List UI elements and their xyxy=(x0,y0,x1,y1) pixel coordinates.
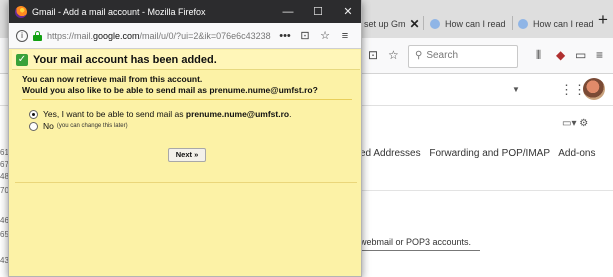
window-title: Gmail - Add a mail account - Mozilla Fir… xyxy=(32,6,206,17)
option-yes-period: . xyxy=(289,109,292,119)
library-icon[interactable]: ⫴ xyxy=(536,48,541,63)
address-bar[interactable]: i https://mail.google.com/mail/u/0/?ui=2… xyxy=(9,23,361,49)
extension-icon[interactable]: ◆ xyxy=(556,48,565,62)
background-tab[interactable]: How can I read ✕ xyxy=(430,13,508,34)
search-placeholder: Search xyxy=(426,50,459,61)
page-actions-icon[interactable]: ••• xyxy=(275,30,295,42)
settings-tabs: ed Addresses Forwarding and POP/IMAP Add… xyxy=(360,148,601,159)
checkmark-icon: ✓ xyxy=(16,53,28,66)
tab-label: set up Gm xyxy=(364,18,406,29)
close-button[interactable]: ✕ xyxy=(333,5,361,18)
divider xyxy=(360,190,613,191)
popup-titlebar[interactable]: Gmail - Add a mail account - Mozilla Fir… xyxy=(9,0,361,23)
minimize-button[interactable]: — xyxy=(273,6,303,18)
keyboard-settings-icon[interactable]: ▭▾ ⚙ xyxy=(562,118,588,129)
tab-forwarding-pop-imap[interactable]: Forwarding and POP/IMAP xyxy=(429,148,550,159)
sidebar-icon[interactable]: ▭ xyxy=(575,48,586,62)
lock-icon[interactable] xyxy=(33,30,42,41)
tab-separator xyxy=(512,16,513,30)
url-field[interactable]: https://mail.google.com/mail/u/0/?ui=2&i… xyxy=(47,31,275,41)
tab-separator xyxy=(423,16,424,30)
option-no[interactable]: No (you can change this later) xyxy=(29,121,128,131)
pocket-icon[interactable]: ⊡ xyxy=(368,48,378,62)
radio-yes[interactable] xyxy=(29,109,38,119)
url-domain: google.com xyxy=(93,30,140,41)
avatar[interactable] xyxy=(583,78,605,100)
success-banner: ✓ Your mail account has been added. xyxy=(12,50,360,70)
chevron-down-icon[interactable]: ▼ xyxy=(512,85,520,94)
tab-label: How can I read xyxy=(533,18,594,29)
radio-no[interactable] xyxy=(29,121,38,131)
next-button[interactable]: Next » xyxy=(168,148,206,162)
option-yes-label: Yes, I want to be able to send mail as xyxy=(43,109,184,119)
close-tab-icon[interactable]: ✕ xyxy=(410,17,420,31)
add-mail-account-popup: Gmail - Add a mail account - Mozilla Fir… xyxy=(8,0,362,277)
info-icon[interactable]: i xyxy=(16,29,28,42)
divider xyxy=(22,99,352,100)
bookmark-star-icon[interactable]: ☆ xyxy=(388,48,399,62)
url-path: /mail/u/0/?ui=2&ik=076e6c43238 xyxy=(139,30,271,41)
url-prefix: https://mail. xyxy=(47,30,94,41)
option-no-label: No xyxy=(43,121,54,131)
new-tab-icon[interactable]: + xyxy=(598,10,608,30)
pocket-icon[interactable]: ⊡ xyxy=(295,29,315,42)
tab-add-ons[interactable]: Add-ons xyxy=(558,148,595,159)
divider xyxy=(15,182,357,183)
menu-icon[interactable]: ≡ xyxy=(596,48,603,62)
search-input[interactable]: ⚲ Search xyxy=(408,45,518,68)
tab-favicon-icon xyxy=(518,18,528,29)
option-yes[interactable]: Yes, I want to be able to send mail as p… xyxy=(29,109,291,119)
search-icon: ⚲ xyxy=(415,50,423,61)
message-line-2: Would you also like to be able to send m… xyxy=(22,85,318,95)
option-yes-email: prenume.nume@umfst.ro xyxy=(185,109,290,119)
tab-favicon-icon xyxy=(430,18,440,29)
webmail-text: webmail or POP3 accounts. xyxy=(360,237,472,247)
background-tab[interactable]: set up Gm ✕ xyxy=(364,13,420,34)
divider xyxy=(360,250,480,251)
banner-text: Your mail account has been added. xyxy=(33,53,217,66)
tab-label: How can I read xyxy=(445,18,506,29)
background-tab[interactable]: How can I read ✕ xyxy=(518,13,596,34)
menu-icon[interactable]: ≡ xyxy=(335,30,355,42)
bookmark-star-icon[interactable]: ☆ xyxy=(315,29,335,42)
tab-accounts-addresses[interactable]: ed Addresses xyxy=(360,148,421,159)
maximize-button[interactable]: ☐ xyxy=(303,5,333,18)
firefox-logo-icon xyxy=(15,5,27,18)
option-no-hint: (you can change this later) xyxy=(56,123,128,129)
message-line-1: You can now retrieve mail from this acco… xyxy=(22,74,203,84)
